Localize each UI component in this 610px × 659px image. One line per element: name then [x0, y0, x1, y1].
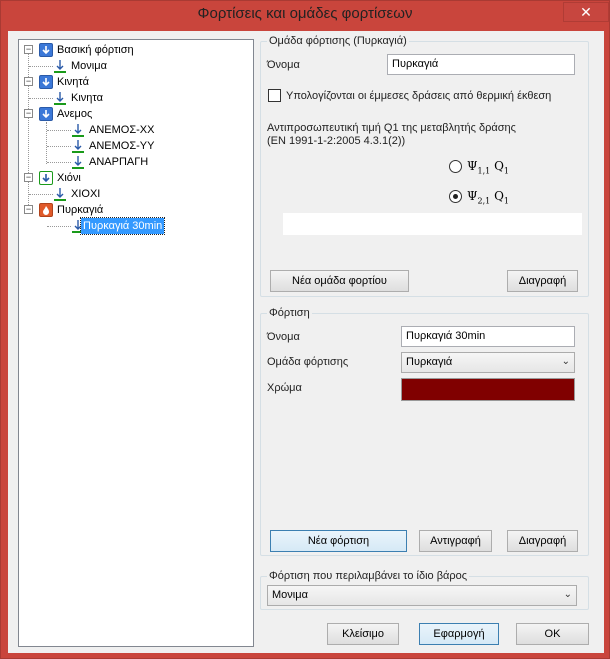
dialog-window: Φορτίσεις και ομάδες φορτίσεων ✕ − Βασικ…: [0, 0, 610, 659]
load-group-title: Ομάδα φόρτισης (Πυρκαγιά): [267, 35, 409, 47]
self-weight-box: Φόρτιση που περιλαμβάνει το ίδιο βάρος Μ…: [260, 570, 589, 610]
close-window-button[interactable]: ✕: [563, 2, 609, 22]
psi11-radio[interactable]: [449, 160, 462, 173]
load-icon: [54, 92, 66, 105]
tree-item-load[interactable]: ΑΝΑΡΠΑΓΗ: [23, 154, 243, 170]
representative-ref: (EN 1991-1-2:2005 4.3.1(2)): [267, 135, 406, 147]
tree-group-label: Χιόνι: [57, 172, 81, 184]
tree-item-load[interactable]: Κινητα: [23, 90, 243, 106]
title-bar[interactable]: Φορτίσεις και ομάδες φορτίσεων ✕: [1, 1, 609, 27]
tree-group-label: Πυρκαγιά: [57, 204, 104, 216]
representative-text: Αντιπροσωπευτική τιμή Q1 της μεταβλητής …: [267, 122, 516, 134]
new-load-button[interactable]: Νέα φόρτιση: [270, 530, 407, 552]
copy-load-button[interactable]: Αντιγραφή: [419, 530, 492, 552]
self-weight-select[interactable]: Μονιμα ⌄: [267, 585, 577, 606]
tree-connector: [47, 162, 71, 163]
delete-group-button[interactable]: Διαγραφή: [507, 270, 578, 292]
tree-connector: [47, 146, 71, 147]
collapse-icon[interactable]: −: [24, 173, 33, 182]
tree-group-label: Ανεμος: [57, 108, 93, 120]
chevron-down-icon: ⌄: [561, 356, 570, 367]
ok-button[interactable]: OK: [516, 623, 589, 645]
tree-group-wind[interactable]: − Ανεμος: [23, 106, 243, 122]
load-name-label: Όνομα: [267, 331, 300, 343]
tree-item-load[interactable]: ΧΙΟΧΙ: [23, 186, 243, 202]
load-name-input[interactable]: Πυρκαγιά 30min: [401, 326, 575, 347]
dialog-client: − Βασική φόρτιση Μονιμα − Κινητά Κινητα …: [8, 31, 604, 653]
window-title: Φορτίσεις και ομάδες φορτίσεων: [197, 5, 413, 22]
tree-item-load[interactable]: ΑΝΕΜΟΣ-ΧΧ: [23, 122, 243, 138]
load-group-label: Ομάδα φόρτισης: [267, 356, 349, 368]
psi21-radio[interactable]: [449, 190, 462, 203]
thermal-checkbox[interactable]: [268, 89, 281, 102]
load-group-icon: [39, 75, 53, 89]
tree-connector: [29, 98, 53, 99]
tree-group-live[interactable]: − Κινητά: [23, 74, 243, 90]
load-group-box: Ομάδα φόρτισης (Πυρκαγιά) Όνομα Πυρκαγιά…: [260, 35, 589, 297]
self-weight-select-value: Μονιμα: [272, 589, 308, 601]
tree-item-label: Κινητα: [71, 92, 103, 104]
apply-button[interactable]: Εφαρμογή: [419, 623, 499, 645]
collapse-icon[interactable]: −: [24, 109, 33, 118]
collapse-icon[interactable]: −: [24, 205, 33, 214]
load-group-select[interactable]: Πυρκαγιά ⌄: [401, 352, 575, 373]
collapse-icon[interactable]: −: [24, 77, 33, 86]
tree-item-label: ΑΝΕΜΟΣ-ΥΥ: [89, 140, 155, 152]
psi21-label: Ψ2,1 Q1: [467, 189, 510, 206]
group-name-input[interactable]: Πυρκαγιά: [387, 54, 575, 75]
load-box: Φόρτιση Όνομα Πυρκαγιά 30min Ομάδα φόρτι…: [260, 307, 589, 556]
load-group-icon: [39, 107, 53, 121]
load-group-select-value: Πυρκαγιά: [406, 356, 453, 368]
new-group-button[interactable]: Νέα ομάδα φορτίου: [270, 270, 409, 292]
self-weight-title: Φόρτιση που περιλαμβάνει το ίδιο βάρος: [267, 570, 470, 582]
load-icon: [72, 156, 84, 169]
tree-group-basic[interactable]: − Βασική φόρτιση: [23, 42, 243, 58]
load-icon: [72, 124, 84, 137]
chevron-down-icon: ⌄: [563, 589, 572, 600]
load-icon: [54, 188, 66, 201]
tree-item-load[interactable]: Μονιμα: [23, 58, 243, 74]
radio-dot: [453, 194, 458, 199]
close-button[interactable]: Κλείσιμο: [327, 623, 399, 645]
tree-item-label: Πυρκαγιά 30min: [79, 217, 166, 235]
load-group-icon: [39, 171, 53, 185]
thermal-checkbox-label: Υπολογίζονται οι έμμεσες δράσεις από θερ…: [286, 90, 552, 102]
tree-connector: [47, 130, 71, 131]
load-color-swatch[interactable]: [401, 378, 575, 401]
delete-load-button[interactable]: Διαγραφή: [507, 530, 578, 552]
load-tree[interactable]: − Βασική φόρτιση Μονιμα − Κινητά Κινητα …: [18, 39, 254, 647]
load-title: Φόρτιση: [267, 307, 312, 319]
tree-item-load-selected[interactable]: Πυρκαγιά 30min: [23, 217, 243, 235]
tree-connector: [29, 66, 53, 67]
tree-group-label: Κινητά: [57, 76, 89, 88]
collapse-icon[interactable]: −: [24, 45, 33, 54]
group-info-area: [283, 213, 582, 235]
load-icon: [72, 140, 84, 153]
tree-group-label: Βασική φόρτιση: [57, 44, 134, 56]
tree-item-load[interactable]: ΑΝΕΜΟΣ-ΥΥ: [23, 138, 243, 154]
tree-item-label: ΑΝΕΜΟΣ-ΧΧ: [89, 124, 155, 136]
load-color-label: Χρώμα: [267, 382, 302, 394]
load-group-icon: [39, 43, 53, 57]
tree-connector: [47, 226, 71, 227]
load-icon: [54, 60, 66, 73]
tree-item-label: ΧΙΟΧΙ: [71, 188, 101, 200]
fire-icon: [39, 203, 53, 217]
tree-connector: [29, 194, 53, 195]
group-name-label: Όνομα: [267, 59, 300, 71]
tree-group-fire[interactable]: − Πυρκαγιά: [23, 202, 243, 218]
tree-group-snow[interactable]: − Χιόνι: [23, 170, 243, 186]
tree-item-label: Μονιμα: [71, 60, 107, 72]
tree-item-label: ΑΝΑΡΠΑΓΗ: [89, 156, 149, 168]
psi11-label: Ψ1,1 Q1: [467, 159, 510, 176]
